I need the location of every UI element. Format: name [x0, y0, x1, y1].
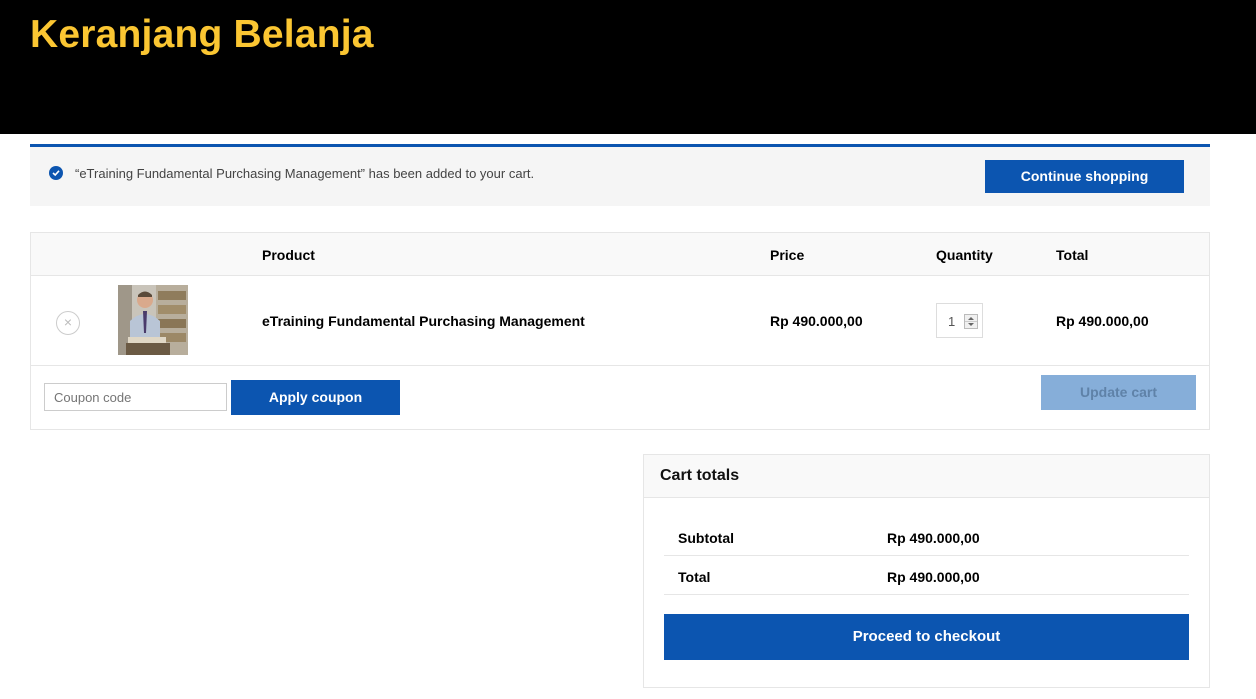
remove-icon[interactable]: × — [56, 311, 80, 335]
column-quantity: Quantity — [936, 247, 993, 263]
cart-table: Product Price Quantity Total × eTraining… — [30, 232, 1210, 430]
update-cart-button[interactable]: Update cart — [1041, 375, 1196, 410]
cart-totals-header: Cart totals — [644, 455, 1209, 498]
column-product: Product — [262, 247, 315, 263]
total-label: Total — [678, 569, 711, 585]
cart-notice: “eTraining Fundamental Purchasing Manage… — [30, 144, 1210, 206]
check-circle-icon — [49, 166, 63, 180]
continue-shopping-button[interactable]: Continue shopping — [985, 160, 1184, 193]
total-value: Rp 490.000,00 — [887, 569, 980, 585]
coupon-code-input[interactable] — [44, 383, 227, 411]
apply-coupon-button[interactable]: Apply coupon — [231, 380, 400, 415]
notice-message: “eTraining Fundamental Purchasing Manage… — [75, 166, 535, 181]
spinner-arrows-icon[interactable] — [964, 314, 978, 329]
column-price: Price — [770, 247, 805, 263]
proceed-to-checkout-button[interactable]: Proceed to checkout — [664, 614, 1189, 660]
quantity-stepper[interactable]: 1 — [936, 303, 983, 338]
column-total: Total — [1056, 247, 1089, 263]
cart-totals: Cart totals Subtotal Rp 490.000,00 Total… — [643, 454, 1210, 688]
page-title: Keranjang Belanja — [30, 13, 374, 56]
cart-table-header: Product Price Quantity Total — [31, 233, 1209, 276]
product-price: Rp 490.000,00 — [770, 313, 863, 329]
product-name[interactable]: eTraining Fundamental Purchasing Managem… — [262, 313, 585, 329]
subtotal-label: Subtotal — [678, 530, 734, 546]
subtotal-value: Rp 490.000,00 — [887, 530, 980, 546]
quantity-value[interactable]: 1 — [948, 314, 955, 329]
subtotal-row: Subtotal Rp 490.000,00 — [664, 518, 1189, 556]
site-header: Keranjang Belanja — [0, 0, 1256, 134]
product-thumbnail[interactable] — [118, 285, 188, 355]
table-row: × eTraining Fundamental Purchasing Manag… — [31, 276, 1209, 366]
product-subtotal: Rp 490.000,00 — [1056, 313, 1149, 329]
total-row: Total Rp 490.000,00 — [664, 557, 1189, 595]
cart-totals-title: Cart totals — [660, 467, 740, 484]
